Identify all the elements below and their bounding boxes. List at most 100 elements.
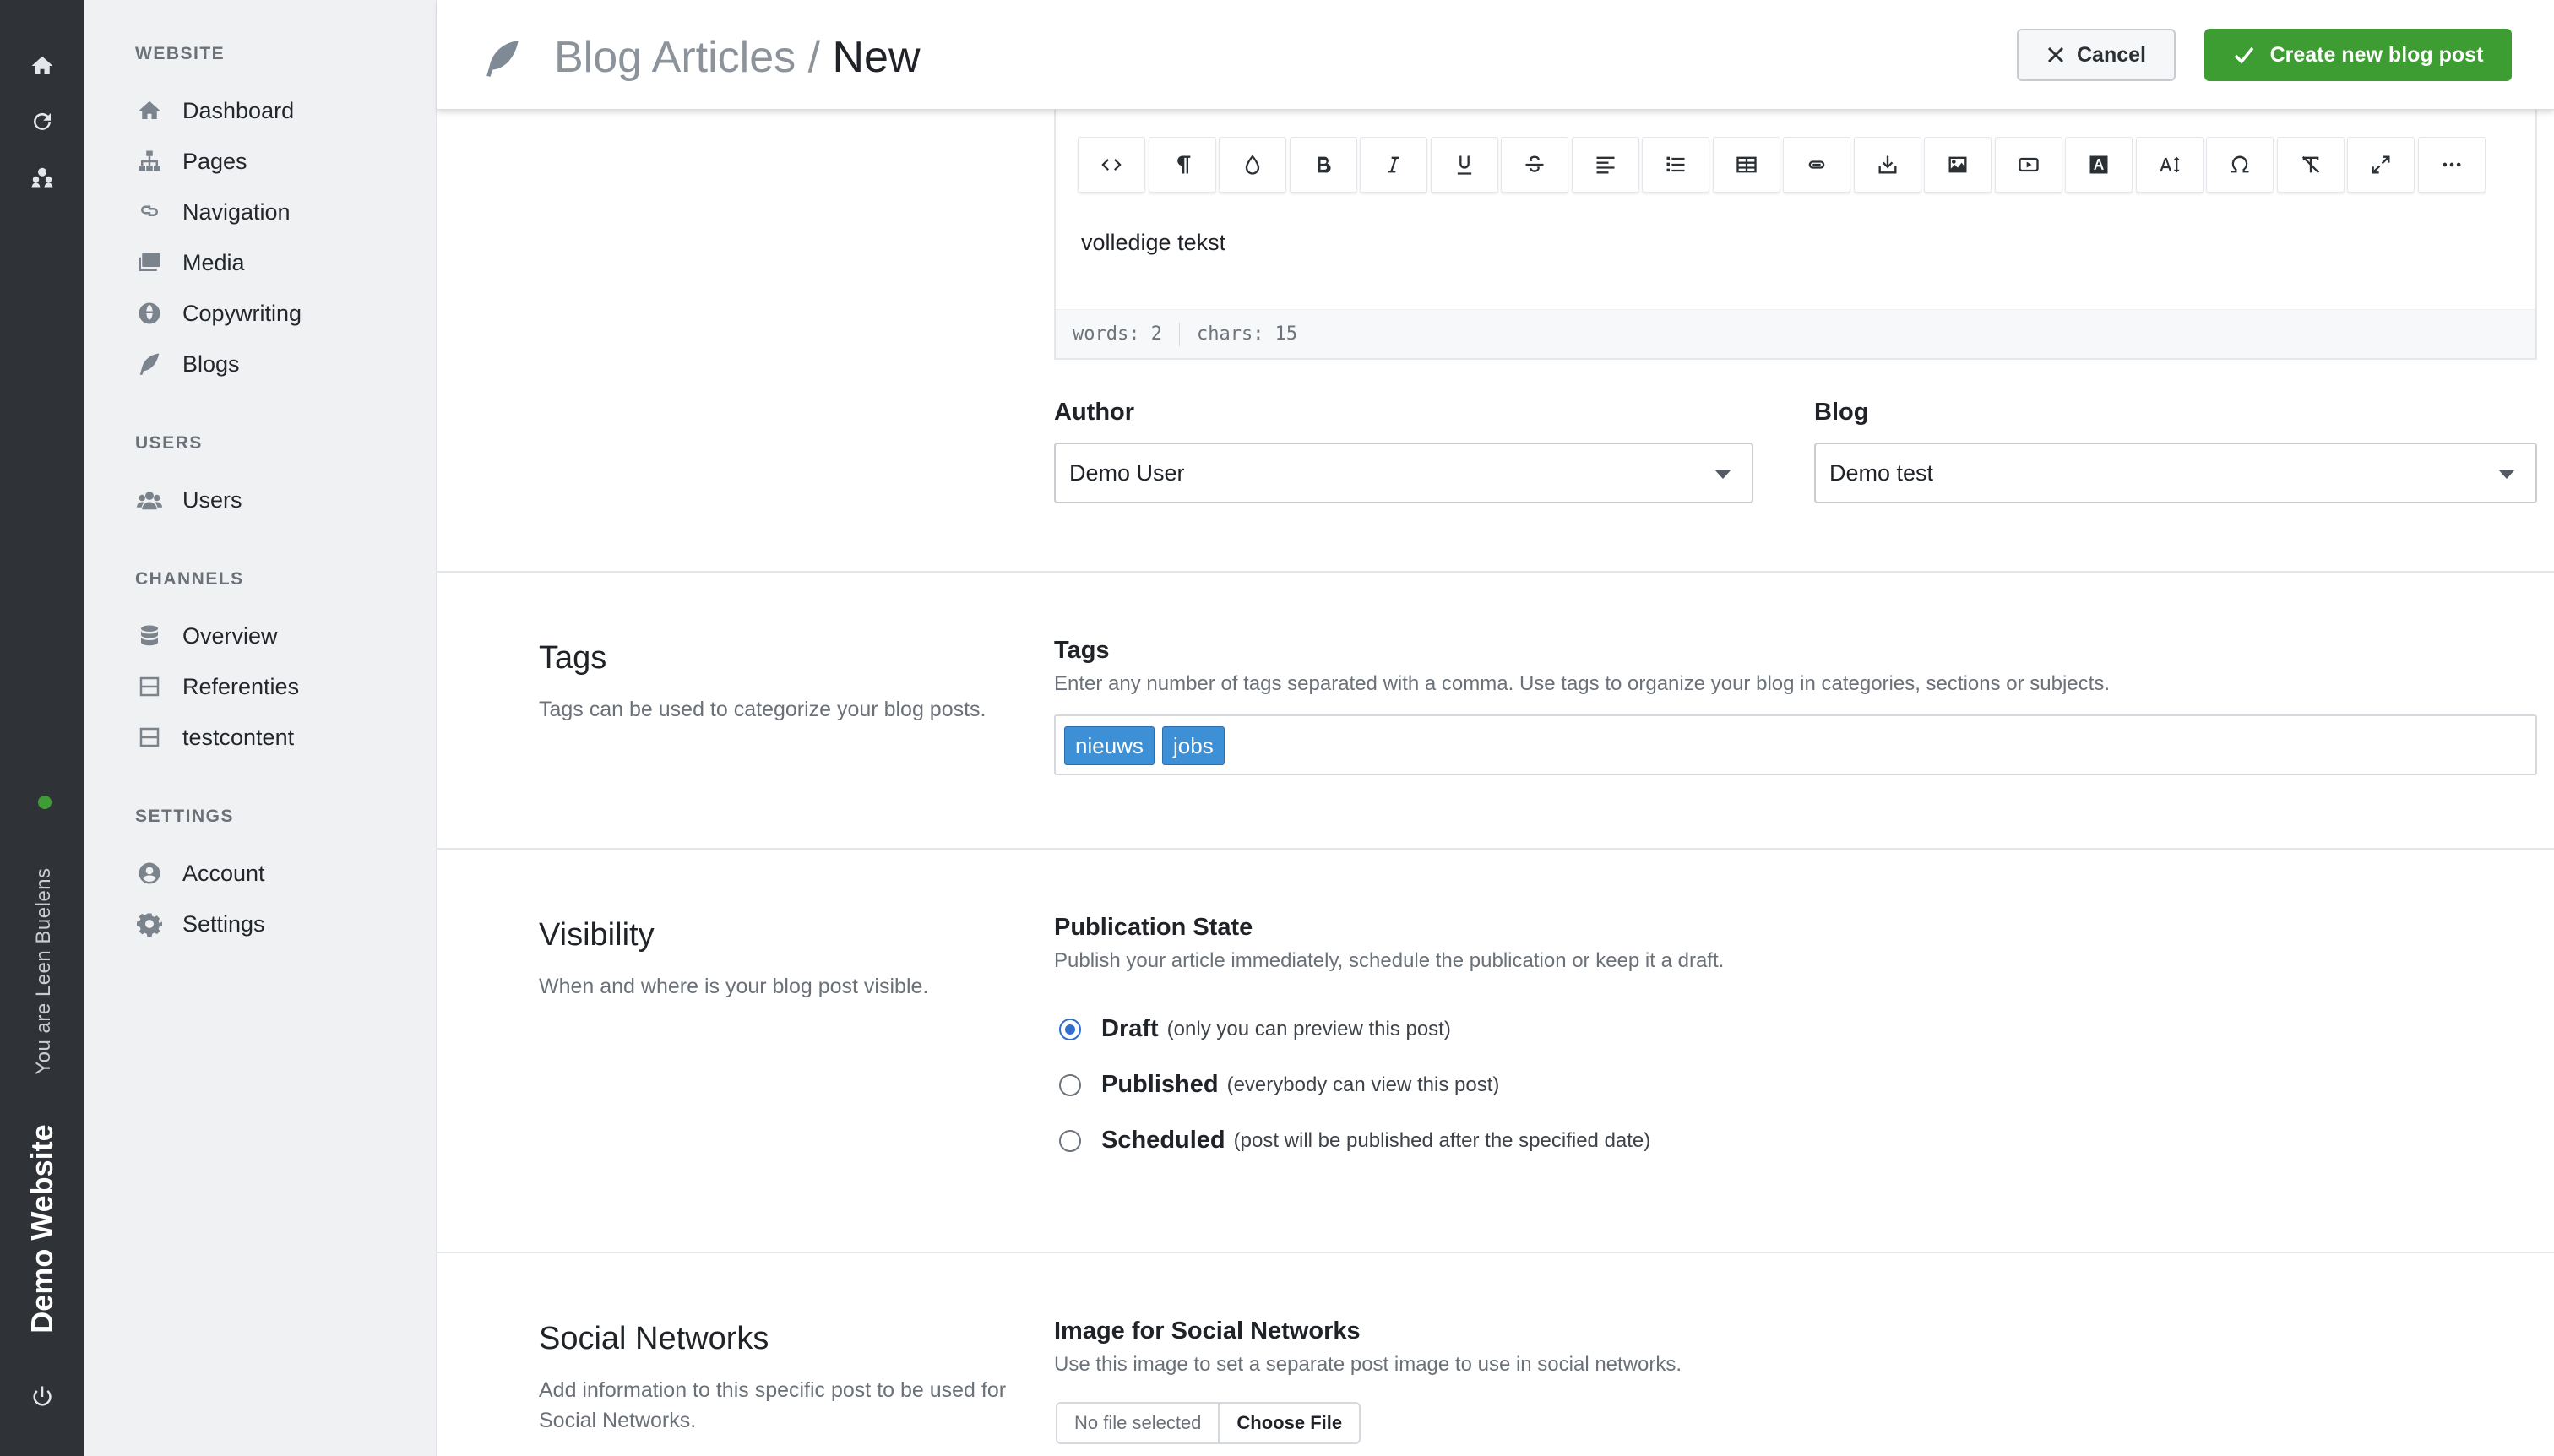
- box-icon: [135, 672, 164, 701]
- site-name[interactable]: Demo Website: [24, 1124, 60, 1333]
- link-icon: [1808, 160, 1825, 169]
- power-icon[interactable]: [25, 1380, 59, 1414]
- blog-select[interactable]: Demo test: [1814, 443, 2537, 503]
- align-button[interactable]: [1571, 137, 1639, 193]
- team-icon[interactable]: [25, 160, 59, 194]
- status-divider: [1178, 322, 1180, 346]
- radio-option-published[interactable]: Published (everybody can view this post): [1059, 1071, 1499, 1099]
- embed-icon: [1878, 155, 1896, 174]
- video-icon: [2018, 157, 2039, 172]
- publication-state-help: Publish your article immediately, schedu…: [1054, 949, 1725, 972]
- cancel-button-label: Cancel: [2077, 42, 2146, 67]
- sidebar-item-overview[interactable]: Overview: [135, 615, 278, 657]
- table-icon: [1736, 156, 1757, 173]
- list-button[interactable]: [1642, 137, 1709, 193]
- more-options-button[interactable]: [2417, 137, 2486, 193]
- radio-hint: (everybody can view this post): [1226, 1073, 1500, 1096]
- sidebar-item-dashboard[interactable]: Dashboard: [135, 90, 294, 132]
- sidebar-item-account[interactable]: Account: [135, 852, 265, 894]
- editor-status-bar: words: 2 chars: 15: [1056, 309, 2535, 358]
- author-label: Author: [1054, 399, 1135, 426]
- tags-input[interactable]: nieuws jobs: [1054, 714, 2537, 775]
- sidebar-item-blogs[interactable]: Blogs: [135, 343, 240, 385]
- chevron-down-icon: [2498, 470, 2515, 479]
- sidebar-item-copywriting[interactable]: Copywriting: [135, 292, 302, 334]
- breadcrumb-parent[interactable]: Blog Articles: [554, 33, 796, 82]
- chevron-down-icon: [1714, 470, 1731, 479]
- radio-button[interactable]: [1059, 1129, 1081, 1152]
- italic-button[interactable]: [1360, 137, 1427, 193]
- align-icon: [1596, 156, 1614, 174]
- section-divider: [437, 1252, 2554, 1253]
- online-status-dot: [38, 796, 52, 809]
- section-divider: [437, 848, 2554, 850]
- choose-file-button[interactable]: Choose File: [1220, 1404, 1359, 1442]
- section-divider: [437, 571, 2554, 573]
- social-image-file-input[interactable]: No file selected Choose File: [1056, 1402, 1361, 1444]
- radio-option-scheduled[interactable]: Scheduled (post will be published after …: [1059, 1127, 1650, 1154]
- code-view-button[interactable]: [1078, 137, 1145, 193]
- author-select[interactable]: Demo User: [1054, 443, 1753, 503]
- special-character-button[interactable]: [2206, 137, 2274, 193]
- strikethrough-button[interactable]: [1501, 137, 1568, 193]
- radio-button[interactable]: [1059, 1018, 1081, 1040]
- sidebar-item-navigation[interactable]: Navigation: [135, 191, 291, 233]
- radio-label: Scheduled: [1101, 1127, 1225, 1154]
- sidebar-item-label: testcontent: [182, 724, 295, 750]
- sidebar-item-pages[interactable]: Pages: [135, 140, 247, 182]
- home-icon[interactable]: [25, 49, 59, 83]
- sitemap-icon: [135, 147, 164, 176]
- sidebar-item-testcontent[interactable]: testcontent: [135, 716, 294, 758]
- create-blog-post-button[interactable]: Create new blog post: [2204, 29, 2512, 81]
- table-button[interactable]: [1712, 137, 1780, 193]
- breadcrumb-current: New: [832, 33, 921, 82]
- italic-icon: [1388, 156, 1399, 173]
- database-icon: [135, 622, 164, 650]
- underline-button[interactable]: [1430, 137, 1498, 193]
- font-color-button[interactable]: [2065, 137, 2133, 193]
- file-status: No file selected: [1057, 1404, 1220, 1442]
- radio-label: Draft: [1101, 1015, 1159, 1042]
- text-color-button[interactable]: [1219, 137, 1286, 193]
- droplet-icon: [1245, 155, 1260, 175]
- visibility-section-title: Visibility: [539, 917, 655, 953]
- sidebar-item-label: Navigation: [182, 198, 291, 225]
- radio-option-draft[interactable]: Draft (only you can preview this post): [1059, 1015, 1451, 1043]
- tag-chip[interactable]: jobs: [1162, 726, 1225, 765]
- tags-label: Tags: [1054, 637, 1110, 664]
- font-size-icon: [2159, 156, 2180, 173]
- sidebar-item-media[interactable]: Media: [135, 242, 245, 284]
- sidebar-item-referenties[interactable]: Referenties: [135, 666, 299, 708]
- expand-icon: [2372, 155, 2390, 174]
- list-icon: [1666, 156, 1685, 172]
- omega-icon: [2231, 155, 2249, 173]
- radio-label: Published: [1101, 1071, 1219, 1098]
- editor-content[interactable]: volledige tekst: [1081, 230, 1225, 256]
- strikethrough-icon: [1525, 155, 1544, 172]
- sidebar-group-settings: SETTINGS: [135, 807, 235, 826]
- tags-section-description: Tags can be used to categorize your blog…: [539, 698, 986, 721]
- paragraph-format-button[interactable]: [1148, 137, 1216, 193]
- sidebar-item-label: Users: [182, 486, 242, 513]
- fullscreen-button[interactable]: [2347, 137, 2415, 193]
- refresh-icon[interactable]: [25, 105, 59, 139]
- radio-button[interactable]: [1059, 1073, 1081, 1096]
- cancel-button[interactable]: Cancel: [2017, 29, 2176, 81]
- embed-button[interactable]: [1853, 137, 1921, 193]
- link-button[interactable]: [1783, 137, 1850, 193]
- tag-chip[interactable]: nieuws: [1064, 726, 1155, 765]
- sidebar-item-label: Overview: [182, 622, 278, 649]
- bold-button[interactable]: [1289, 137, 1357, 193]
- sidebar-item-users[interactable]: Users: [135, 479, 242, 521]
- code-icon: [1101, 159, 1122, 171]
- sidebar: WEBSITE Dashboard Pages Navigation Media…: [84, 0, 437, 1456]
- font-size-button[interactable]: [2135, 137, 2204, 193]
- clear-formatting-button[interactable]: [2276, 137, 2345, 193]
- globe-icon: [135, 299, 164, 328]
- tags-section-title: Tags: [539, 640, 607, 676]
- sidebar-item-settings[interactable]: Settings: [135, 903, 265, 945]
- visibility-section-description: When and where is your blog post visible…: [539, 975, 929, 998]
- image-button[interactable]: [1924, 137, 1992, 193]
- video-button[interactable]: [1994, 137, 2062, 193]
- clear-format-icon: [2301, 155, 2319, 174]
